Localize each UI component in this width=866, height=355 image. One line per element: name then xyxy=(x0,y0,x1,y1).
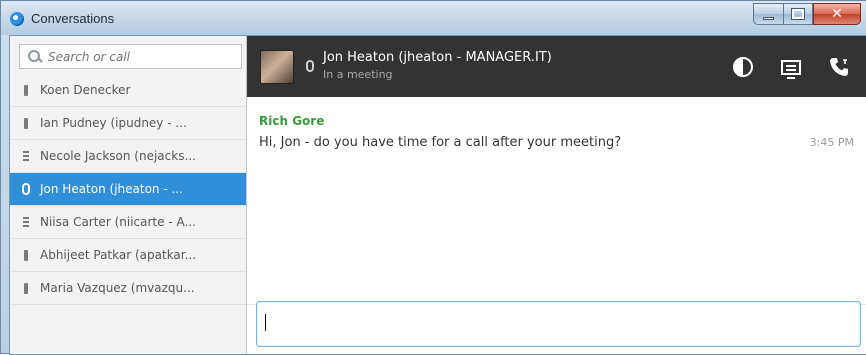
maximize-button[interactable] xyxy=(783,3,813,25)
conversations-window: Conversations ✕ Koen Denecker Ian Pudney… xyxy=(0,0,866,355)
presence-bar-icon xyxy=(21,116,31,130)
message-history: Rich Gore Hi, Jon - do you have time for… xyxy=(247,97,866,304)
contact-list: Koen Denecker Ian Pudney (ipudney - ... … xyxy=(10,74,246,305)
message-compose[interactable] xyxy=(256,301,861,347)
content-frame: Koen Denecker Ian Pudney (ipudney - ... … xyxy=(9,35,866,355)
contact-item[interactable]: Ian Pudney (ipudney - ... xyxy=(10,107,246,140)
avatar[interactable] xyxy=(260,50,294,84)
in-meeting-icon xyxy=(306,60,314,72)
contact-name: Ian Pudney (ipudney - ... xyxy=(40,116,187,130)
contact-name: Necole Jackson (nejacks... xyxy=(40,149,196,163)
phone-call-icon xyxy=(830,58,848,76)
close-button[interactable]: ✕ xyxy=(813,3,861,25)
contact-item[interactable]: Niisa Carter (niicarte - A... xyxy=(10,206,246,239)
contact-name: Abhijeet Patkar (apatkar... xyxy=(40,248,197,262)
search-box[interactable] xyxy=(19,44,242,69)
message-input[interactable] xyxy=(257,302,860,346)
contact-item[interactable]: Maria Vazquez (mvazqu... xyxy=(10,272,246,305)
app-logo-icon xyxy=(10,12,24,26)
search-icon xyxy=(26,48,44,66)
message-sender: Rich Gore xyxy=(259,114,325,128)
contact-item-selected[interactable]: Jon Heaton (jheaton - ... xyxy=(10,173,246,206)
window-controls: ✕ xyxy=(753,3,861,25)
contact-name: Niisa Carter (niicarte - A... xyxy=(40,215,196,229)
presence-status: In a meeting xyxy=(323,68,393,81)
conversation-title: Jon Heaton (jheaton - MANAGER.IT) xyxy=(323,50,552,65)
minimize-button[interactable] xyxy=(753,3,783,25)
screen-share-icon xyxy=(781,59,801,79)
screen-share-button[interactable] xyxy=(778,54,804,80)
title-bar[interactable]: Conversations ✕ xyxy=(1,1,866,35)
contact-name: Jon Heaton (jheaton - ... xyxy=(40,182,183,196)
search-input[interactable] xyxy=(48,49,228,64)
contrast-button[interactable] xyxy=(730,54,756,80)
contact-item[interactable]: Koen Denecker xyxy=(10,74,246,107)
presence-bar-icon xyxy=(21,83,31,97)
minimize-icon xyxy=(763,16,774,20)
contacts-sidebar: Koen Denecker Ian Pudney (ipudney - ... … xyxy=(10,36,247,354)
contact-item[interactable]: Necole Jackson (nejacks... xyxy=(10,140,246,173)
conversation-header: Jon Heaton (jheaton - MANAGER.IT) In a m… xyxy=(247,36,866,97)
close-icon: ✕ xyxy=(831,6,843,22)
presence-bar-icon xyxy=(21,248,31,262)
header-actions xyxy=(730,54,852,80)
presence-bar-icon xyxy=(21,281,31,295)
call-button[interactable] xyxy=(826,54,852,80)
phone-presence-icon xyxy=(21,149,31,163)
maximize-icon xyxy=(791,8,805,20)
contrast-icon xyxy=(733,57,753,77)
contact-name: Maria Vazquez (mvazqu... xyxy=(40,281,195,295)
text-caret xyxy=(265,314,266,331)
window-title: Conversations xyxy=(31,11,115,26)
contact-item[interactable]: Abhijeet Patkar (apatkar... xyxy=(10,239,246,272)
contact-name: Koen Denecker xyxy=(40,83,131,97)
message-text: Hi, Jon - do you have time for a call af… xyxy=(259,135,622,150)
message-timestamp: 3:45 PM xyxy=(809,136,854,149)
phone-presence-icon xyxy=(21,215,31,229)
in-meeting-icon xyxy=(21,182,31,196)
